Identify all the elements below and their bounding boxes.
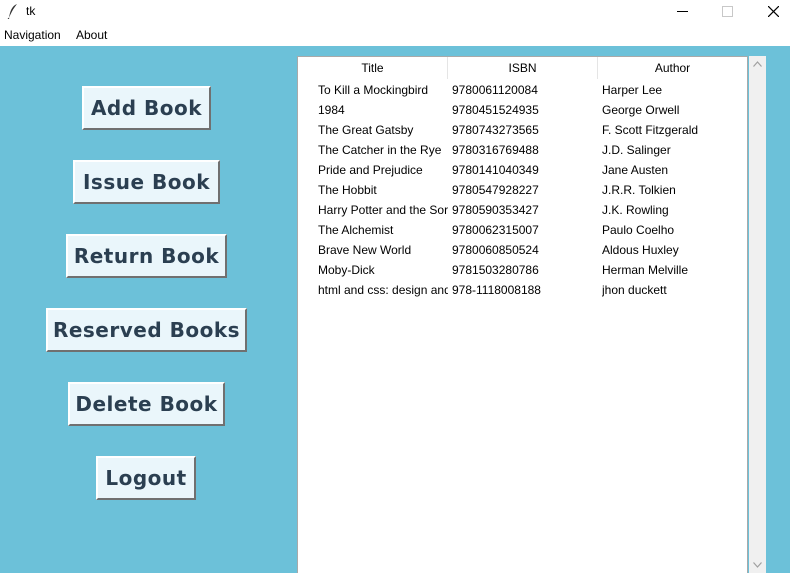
cell-title: The Alchemist — [318, 223, 394, 237]
cell-title: html and css: design and — [318, 283, 448, 297]
maximize-icon — [722, 6, 733, 17]
cell-title: 1984 — [318, 103, 345, 117]
table-row[interactable]: Harry Potter and the Sorc 9780590353427 … — [298, 201, 747, 221]
menu-navigation[interactable]: Navigation — [4, 28, 61, 42]
column-header-isbn[interactable]: ISBN — [448, 57, 598, 79]
cell-title: The Hobbit — [318, 183, 377, 197]
vertical-scrollbar[interactable] — [749, 56, 766, 573]
cell-isbn: 978-1118008188 — [452, 283, 541, 297]
menu-bar: Navigation About — [0, 26, 790, 45]
table-header: Title ISBN Author — [298, 57, 747, 79]
cell-title: Harry Potter and the Sorc — [318, 203, 448, 217]
reserved-books-button[interactable]: Reserved Books — [46, 308, 247, 352]
cell-author: F. Scott Fitzgerald — [602, 123, 699, 137]
cell-author: Jane Austen — [602, 163, 669, 177]
table-row[interactable]: To Kill a Mockingbird 9780061120084 Harp… — [298, 81, 747, 101]
cell-isbn: 9780060850524 — [452, 243, 539, 257]
table-row[interactable]: The Alchemist 9780062315007 Paulo Coelho — [298, 221, 747, 241]
close-icon — [768, 6, 779, 17]
add-book-button[interactable]: Add Book — [82, 86, 211, 130]
cell-isbn: 9780590353427 — [452, 203, 539, 217]
cell-author: Harper Lee — [602, 83, 663, 97]
scroll-down-button[interactable] — [749, 556, 766, 573]
chevron-down-icon — [753, 562, 762, 568]
main-area: Add Book Issue Book Return Book Reserved… — [0, 46, 790, 573]
cell-author: J.D. Salinger — [602, 143, 671, 157]
minimize-icon — [677, 11, 688, 12]
chevron-up-icon — [753, 61, 762, 67]
cell-title: Moby-Dick — [318, 263, 375, 277]
table-row[interactable]: Moby-Dick 9781503280786 Herman Melville — [298, 261, 747, 281]
close-button[interactable] — [751, 0, 790, 24]
return-book-button[interactable]: Return Book — [66, 234, 227, 278]
cell-isbn: 9780743273565 — [452, 123, 539, 137]
table-body: To Kill a Mockingbird 9780061120084 Harp… — [298, 81, 747, 301]
cell-author: Paulo Coelho — [602, 223, 675, 237]
feather-icon — [7, 4, 17, 19]
cell-isbn: 9780451524935 — [452, 103, 539, 117]
table-row[interactable]: The Catcher in the Rye 9780316769488 J.D… — [298, 141, 747, 161]
cell-isbn: 9780061120084 — [452, 83, 538, 97]
table-row[interactable]: html and css: design and 978-1118008188 … — [298, 281, 747, 301]
table-row[interactable]: The Great Gatsby 9780743273565 F. Scott … — [298, 121, 747, 141]
cell-title: Brave New World — [318, 243, 412, 257]
column-header-author[interactable]: Author — [598, 57, 747, 79]
cell-author: Herman Melville — [602, 263, 689, 277]
cell-title: To Kill a Mockingbird — [318, 83, 429, 97]
title-bar: tk — [0, 0, 790, 24]
delete-book-button[interactable]: Delete Book — [68, 382, 225, 426]
cell-author: George Orwell — [602, 103, 680, 117]
cell-isbn: 9780547928227 — [452, 183, 539, 197]
cell-isbn: 9780062315007 — [452, 223, 539, 237]
scroll-up-button[interactable] — [749, 56, 766, 73]
cell-author: J.R.R. Tolkien — [602, 183, 676, 197]
cell-title: Pride and Prejudice — [318, 163, 423, 177]
cell-isbn: 9780141040349 — [452, 163, 539, 177]
cell-title: The Catcher in the Rye — [318, 143, 442, 157]
table-row[interactable]: 1984 9780451524935 George Orwell — [298, 101, 747, 121]
books-table[interactable]: Title ISBN Author To Kill a Mockingbird … — [297, 56, 748, 573]
menu-about[interactable]: About — [76, 28, 107, 42]
cell-isbn: 9781503280786 — [452, 263, 539, 277]
cell-isbn: 9780316769488 — [452, 143, 539, 157]
cell-author: J.K. Rowling — [602, 203, 669, 217]
column-header-title[interactable]: Title — [298, 57, 448, 79]
cell-author: Aldous Huxley — [602, 243, 679, 257]
issue-book-button[interactable]: Issue Book — [73, 160, 220, 204]
cell-title: The Great Gatsby — [318, 123, 414, 137]
table-row[interactable]: Pride and Prejudice 9780141040349 Jane A… — [298, 161, 747, 181]
table-row[interactable]: The Hobbit 9780547928227 J.R.R. Tolkien — [298, 181, 747, 201]
table-row[interactable]: Brave New World 9780060850524 Aldous Hux… — [298, 241, 747, 261]
minimize-button[interactable] — [660, 0, 706, 24]
window-title: tk — [26, 4, 36, 18]
cell-author: jhon duckett — [602, 283, 667, 297]
maximize-button[interactable] — [705, 0, 751, 24]
logout-button[interactable]: Logout — [96, 456, 196, 500]
